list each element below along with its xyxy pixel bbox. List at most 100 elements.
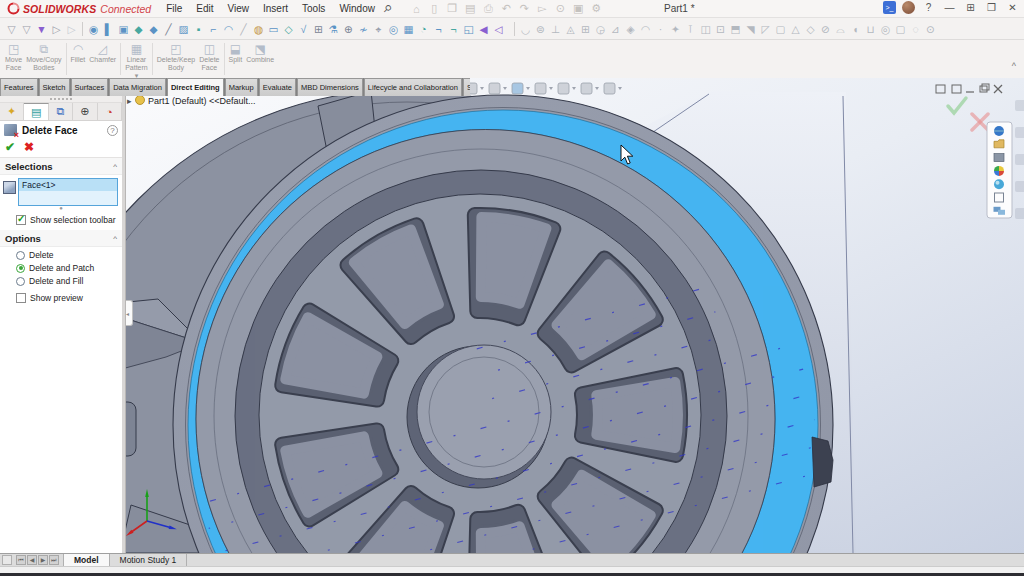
- toolbar-icon[interactable]: ⌖: [371, 21, 386, 37]
- toolbar-icon[interactable]: ◠: [221, 21, 236, 37]
- fillet-button[interactable]: ◠Fillet: [69, 40, 88, 78]
- tab-surfaces[interactable]: Surfaces: [71, 78, 109, 96]
- toolbar-icon[interactable]: ¬: [431, 21, 446, 37]
- selections-section-header[interactable]: Selections ^: [0, 158, 122, 175]
- home-icon[interactable]: ⌂: [407, 3, 425, 15]
- toolbar-icon[interactable]: ◉: [86, 21, 101, 37]
- toolbar-icon[interactable]: ⊙: [923, 21, 938, 37]
- toolbar-icon[interactable]: ▌: [101, 21, 116, 37]
- toolbar-icon[interactable]: ▦: [401, 21, 416, 37]
- attach-icon[interactable]: ⊙: [551, 2, 569, 15]
- toolbar-icon[interactable]: ▢: [893, 21, 908, 37]
- cancel-button[interactable]: ✖: [24, 140, 34, 154]
- tab-mbd-dimensions[interactable]: MBD Dimensions: [297, 78, 363, 96]
- tile-windows-button[interactable]: ⊞: [963, 2, 978, 13]
- show-preview-checkbox[interactable]: [16, 293, 26, 303]
- listbox-resize-handle[interactable]: ●: [0, 206, 122, 211]
- toolbar-icon[interactable]: ▷: [64, 21, 79, 37]
- move-copy-bodiesbutton[interactable]: ⧉Move/CopyBodies: [24, 40, 63, 78]
- panel-tab-4[interactable]: ◔: [98, 103, 122, 120]
- chamfer-button[interactable]: ◿Chamfer: [87, 40, 118, 78]
- toolbar-icon[interactable]: ◁: [491, 21, 506, 37]
- select-icon[interactable]: ▻: [533, 2, 551, 15]
- toolbar-icon[interactable]: ⊿: [608, 21, 623, 37]
- toolbar-icon[interactable]: ⚗: [326, 21, 341, 37]
- toolbar-icon[interactable]: ◍: [251, 21, 266, 37]
- toolbar-icon[interactable]: ▪: [191, 21, 206, 37]
- move-facebutton[interactable]: ◳MoveFace: [3, 40, 24, 78]
- tab-markup[interactable]: Markup: [225, 78, 258, 96]
- toolbar-icon[interactable]: ◡: [518, 21, 533, 37]
- toolbar-icon[interactable]: ▽: [19, 21, 34, 37]
- options-section-header[interactable]: Options ^: [0, 230, 122, 247]
- graphics-area[interactable]: ▸ Part1 (Default) <<Default...: [0, 78, 1024, 553]
- toolbar-icon[interactable]: ▢: [773, 21, 788, 37]
- toolbar-icon[interactable]: ◱: [461, 21, 476, 37]
- menu-edit[interactable]: Edit: [189, 3, 220, 14]
- print-icon[interactable]: ⎙: [479, 2, 497, 15]
- help-icon[interactable]: ?: [921, 2, 936, 13]
- toolbar-icon[interactable]: ◈: [623, 21, 638, 37]
- panel-collapse-tab[interactable]: ◂: [126, 300, 133, 326]
- ok-button[interactable]: ✔: [5, 140, 15, 154]
- selection-item[interactable]: Face<1>: [19, 179, 117, 191]
- selections-collapse-icon[interactable]: ^: [113, 162, 117, 171]
- tab-scroll-button[interactable]: ◀: [27, 555, 37, 565]
- toolbar-icon[interactable]: ╱: [161, 21, 176, 37]
- toolbar-icon[interactable]: ◠: [638, 21, 653, 37]
- show-selection-toolbar-row[interactable]: Show selection toolbar: [16, 215, 122, 225]
- toolbar-icon[interactable]: ⊥: [548, 21, 563, 37]
- menu-window[interactable]: Window: [332, 3, 382, 14]
- delete-facebutton[interactable]: ◫DeleteFace: [197, 40, 221, 78]
- toolbar-icon[interactable]: ▣: [116, 21, 131, 37]
- tab-scroll-button[interactable]: ▶: [38, 555, 48, 565]
- split-button[interactable]: ⬓Split: [227, 40, 245, 78]
- radio-circle[interactable]: [16, 251, 25, 260]
- toolbar-icon[interactable]: ≁: [356, 21, 371, 37]
- panel-tab-2[interactable]: ⧉: [49, 103, 73, 120]
- show-preview-row[interactable]: Show preview: [16, 293, 122, 303]
- tab-sketch[interactable]: Sketch: [39, 78, 70, 96]
- toolbar-icon[interactable]: ⬒: [728, 21, 743, 37]
- close-button[interactable]: ✕: [1005, 2, 1020, 13]
- toolbar-icon[interactable]: √: [296, 21, 311, 37]
- tab-solidworks-add-ins[interactable]: SOLIDWORKS Add-Ins: [463, 78, 470, 96]
- toolbar-icon[interactable]: ·: [653, 21, 668, 37]
- toolbar-icon[interactable]: ◫: [698, 21, 713, 37]
- toolbar-icon[interactable]: ◇: [281, 21, 296, 37]
- toolbar-icon[interactable]: ▭: [266, 21, 281, 37]
- toolbar-icon[interactable]: △: [788, 21, 803, 37]
- toolbar-icon[interactable]: ◆: [146, 21, 161, 37]
- tab-lifecycle-and-collaboration[interactable]: Lifecycle and Collaboration: [364, 78, 462, 96]
- toolbar-icon[interactable]: ⊔: [863, 21, 878, 37]
- radio-delete[interactable]: Delete: [16, 250, 122, 260]
- radio-circle[interactable]: [16, 264, 25, 273]
- toolbar-icon[interactable]: ▨: [176, 21, 191, 37]
- toolbar-icon[interactable]: ◇: [803, 21, 818, 37]
- toolbar-icon[interactable]: ◎: [878, 21, 893, 37]
- tab-motion-study-[interactable]: Motion Study 1: [110, 554, 188, 566]
- tab-scroll-button[interactable]: ⏭: [49, 555, 59, 565]
- panel-help-icon[interactable]: ?: [107, 125, 118, 136]
- toolbar-icon[interactable]: ◥: [743, 21, 758, 37]
- settings-icon[interactable]: ⚙: [587, 2, 605, 15]
- toolbar-icon[interactable]: ⊞: [311, 21, 326, 37]
- toolbar-icon[interactable]: ◌: [908, 21, 923, 37]
- undo-icon[interactable]: ↶: [497, 2, 515, 15]
- toolbar-icon[interactable]: ◶: [593, 21, 608, 37]
- menu-insert[interactable]: Insert: [256, 3, 295, 14]
- commandmanager-collapse-button[interactable]: ^: [1012, 61, 1016, 71]
- toolbar-icon[interactable]: ▼: [34, 21, 49, 37]
- toolbar-icon[interactable]: ▽: [4, 21, 19, 37]
- cloud-services-icon[interactable]: >_: [883, 1, 896, 14]
- toolbar-icon[interactable]: ◖: [848, 21, 863, 37]
- toolbar-icon[interactable]: ◸: [758, 21, 773, 37]
- options-collapse-icon[interactable]: ^: [113, 234, 117, 243]
- menu-tools[interactable]: Tools: [295, 3, 332, 14]
- tab-data-migration[interactable]: Data Migration: [109, 78, 166, 96]
- breadcrumb-arrow-icon[interactable]: ▸: [127, 96, 132, 106]
- tab-direct-editing[interactable]: Direct Editing: [167, 78, 224, 96]
- toolbar-icon[interactable]: ◆: [131, 21, 146, 37]
- toolbar-icon[interactable]: ⊡: [713, 21, 728, 37]
- panel-tab-1[interactable]: ▤: [24, 103, 48, 120]
